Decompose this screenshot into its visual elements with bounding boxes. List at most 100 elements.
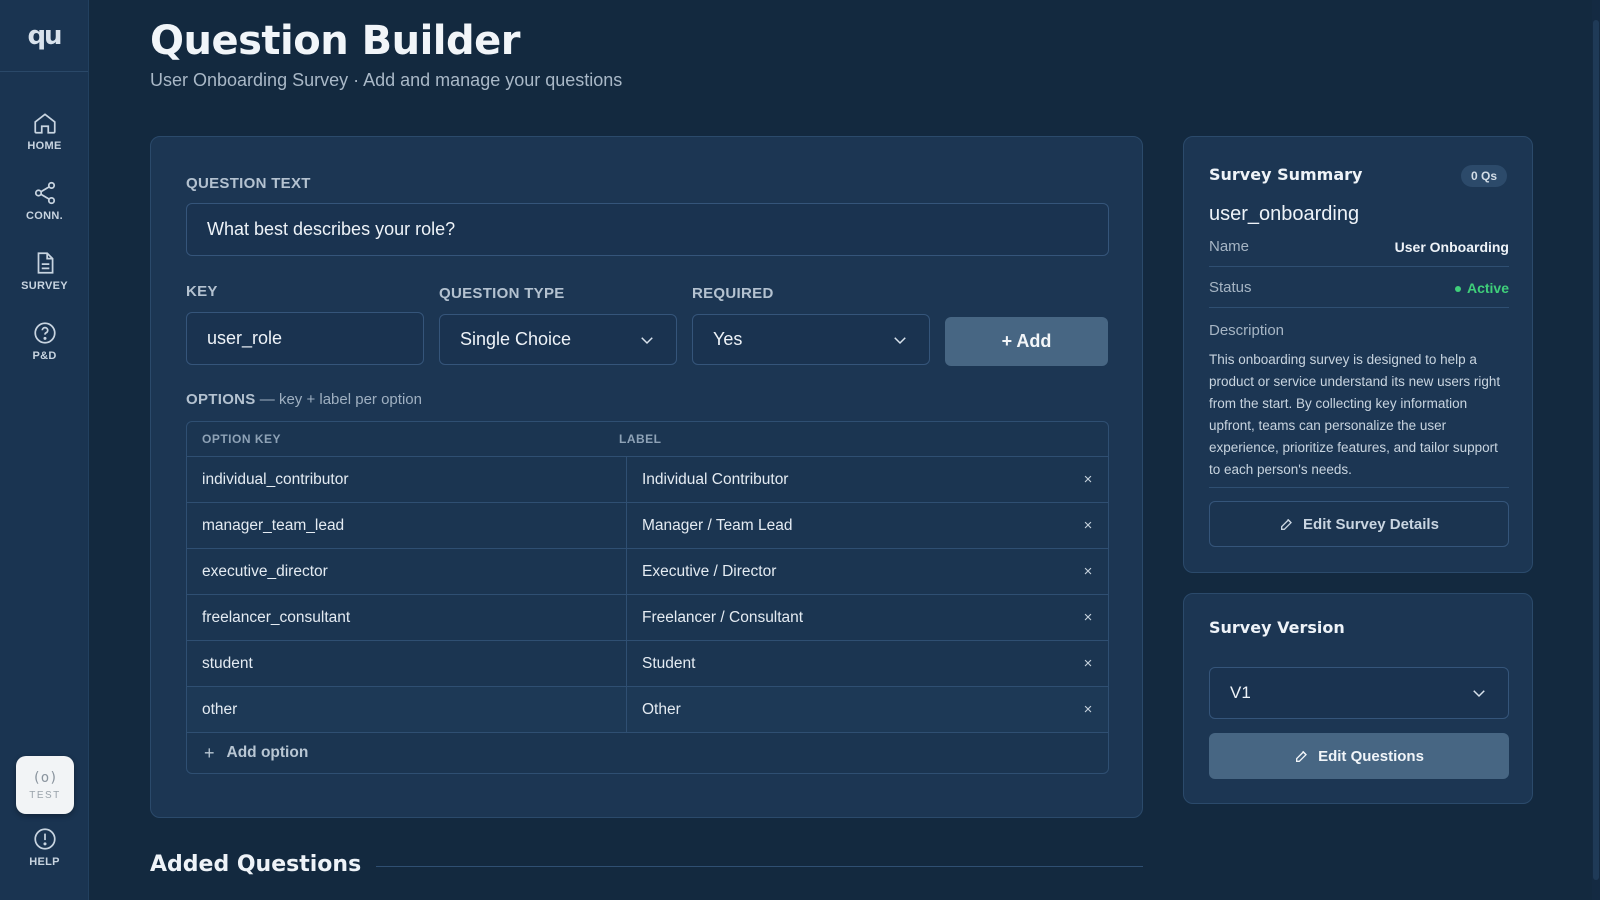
page-scrollbar[interactable] xyxy=(1592,0,1600,900)
options-hint: — key + label per option xyxy=(259,391,422,408)
option-label-input[interactable]: Other xyxy=(627,687,1068,732)
edit-questions-button[interactable]: Edit Questions xyxy=(1209,733,1509,779)
question-type-select[interactable]: Single Choice xyxy=(439,314,677,365)
sidebar-item-label: P&D xyxy=(32,350,57,362)
info-icon xyxy=(33,828,56,850)
chevron-down-icon xyxy=(891,331,909,349)
column-header-label: LABEL xyxy=(619,432,662,446)
remove-option-icon[interactable]: × xyxy=(1068,701,1108,718)
sidebar-item-home[interactable]: HOME xyxy=(0,110,89,152)
table-row: individual_contributor Individual Contri… xyxy=(187,457,1108,503)
added-questions-title: Added Questions xyxy=(150,852,362,877)
page-subtitle: User Onboarding Survey · Add and manage … xyxy=(150,70,623,90)
edit-questions-label: Edit Questions xyxy=(1318,747,1424,765)
options-heading: OPTIONS — key + label per option xyxy=(186,391,422,408)
chevron-down-icon xyxy=(638,331,656,349)
option-key-input[interactable]: executive_director xyxy=(187,549,627,594)
remove-option-icon[interactable]: × xyxy=(1068,471,1108,488)
option-label-input[interactable]: Individual Contributor xyxy=(627,457,1068,502)
sidebar-item-label: CONN. xyxy=(26,210,63,222)
option-key-input[interactable]: student xyxy=(187,641,627,686)
sidebar-item-conn[interactable]: CONN. xyxy=(0,180,89,222)
edit-survey-details-button[interactable]: Edit Survey Details xyxy=(1209,501,1509,547)
question-type-value: Single Choice xyxy=(460,329,572,349)
broadcast-icon: (o) xyxy=(32,769,58,786)
plus-icon: + xyxy=(204,742,215,763)
key-input[interactable]: user_role xyxy=(186,312,424,365)
survey-key: user_onboarding xyxy=(1209,203,1360,225)
option-key-input[interactable]: manager_team_lead xyxy=(187,503,627,548)
table-row: student Student × xyxy=(187,641,1108,687)
question-text-label: QUESTION TEXT xyxy=(186,175,311,192)
survey-version-card: Survey Version V1 Edit Questions xyxy=(1183,593,1533,804)
options-table-header: OPTION KEY LABEL xyxy=(187,422,1108,457)
required-label: REQUIRED xyxy=(692,285,774,302)
name-row: Name User Onboarding xyxy=(1209,227,1509,267)
add-option-button[interactable]: + Add option xyxy=(187,733,1108,773)
name-label: Name xyxy=(1209,238,1250,255)
remove-option-icon[interactable]: × xyxy=(1068,655,1108,672)
table-row: other Other × xyxy=(187,687,1108,733)
divider xyxy=(1209,487,1509,488)
edit-icon xyxy=(1296,750,1308,762)
page-title: Question Builder xyxy=(150,18,521,64)
remove-option-icon[interactable]: × xyxy=(1068,517,1108,534)
edit-icon xyxy=(1281,518,1292,530)
options-title: OPTIONS xyxy=(186,391,256,408)
home-icon xyxy=(33,113,56,134)
table-row: freelancer_consultant Freelancer / Consu… xyxy=(187,595,1108,641)
survey-summary-title: Survey Summary xyxy=(1209,165,1363,184)
test-label: TEST xyxy=(29,789,61,801)
key-label: KEY xyxy=(186,283,218,300)
sidebar-item-label: SURVEY xyxy=(21,280,68,292)
options-table: OPTION KEY LABEL individual_contributor … xyxy=(186,421,1109,774)
version-select[interactable]: V1 xyxy=(1209,667,1509,719)
required-value: Yes xyxy=(713,329,743,349)
remove-option-icon[interactable]: × xyxy=(1068,609,1108,626)
sidebar-item-label: HOME xyxy=(27,140,62,152)
survey-summary-card: Survey Summary 0 Qs user_onboarding Name… xyxy=(1183,136,1533,573)
status-label: Status xyxy=(1209,279,1252,296)
option-key-input[interactable]: individual_contributor xyxy=(187,457,627,502)
option-key-input[interactable]: other xyxy=(187,687,627,732)
chevron-down-icon xyxy=(1470,684,1488,702)
divider xyxy=(376,866,1143,867)
scrollbar-thumb[interactable] xyxy=(1593,20,1599,880)
edit-survey-details-label: Edit Survey Details xyxy=(1303,515,1439,533)
test-button[interactable]: (o) TEST xyxy=(16,756,74,814)
table-row: executive_director Executive / Director … xyxy=(187,549,1108,595)
question-builder-card: QUESTION TEXT What best describes your r… xyxy=(150,136,1143,818)
sidebar-item-survey[interactable]: SURVEY xyxy=(0,250,89,292)
app-logo[interactable]: qu xyxy=(0,0,88,72)
description-label: Description xyxy=(1209,322,1285,339)
sidebar-item-label: HELP xyxy=(29,856,60,868)
required-select[interactable]: Yes xyxy=(692,314,930,365)
status-row: Status Active xyxy=(1209,268,1509,308)
option-label-input[interactable]: Manager / Team Lead xyxy=(627,503,1068,548)
survey-version-title: Survey Version xyxy=(1209,618,1345,637)
question-type-label: QUESTION TYPE xyxy=(439,285,565,302)
description-text: This onboarding survey is designed to he… xyxy=(1209,352,1501,477)
question-text-input[interactable]: What best describes your role? xyxy=(186,203,1109,256)
sidebar: qu HOME CONN. SURVEY P&D (o) TEST HELP xyxy=(0,0,89,900)
column-header-option-key: OPTION KEY xyxy=(202,432,282,446)
add-question-button[interactable]: + Add xyxy=(945,317,1108,366)
name-value: User Onboarding xyxy=(1394,238,1509,255)
option-label-input[interactable]: Freelancer / Consultant xyxy=(627,595,1068,640)
sidebar-item-pd[interactable]: P&D xyxy=(0,320,89,362)
share-icon xyxy=(34,181,55,205)
help-circle-icon xyxy=(33,322,56,344)
question-count-badge: 0 Qs xyxy=(1460,165,1507,187)
status-dot-icon xyxy=(1454,285,1461,292)
status-value: Active xyxy=(1466,279,1509,296)
sidebar-item-help[interactable]: HELP xyxy=(0,826,89,868)
table-row: manager_team_lead Manager / Team Lead × xyxy=(187,503,1108,549)
option-key-input[interactable]: freelancer_consultant xyxy=(187,595,627,640)
remove-option-icon[interactable]: × xyxy=(1068,563,1108,580)
document-icon xyxy=(37,252,53,274)
option-label-input[interactable]: Executive / Director xyxy=(627,549,1068,594)
version-value: V1 xyxy=(1230,683,1251,702)
status-badge: Active xyxy=(1454,279,1509,296)
option-label-input[interactable]: Student xyxy=(627,641,1068,686)
add-option-label: Add option xyxy=(226,744,309,761)
